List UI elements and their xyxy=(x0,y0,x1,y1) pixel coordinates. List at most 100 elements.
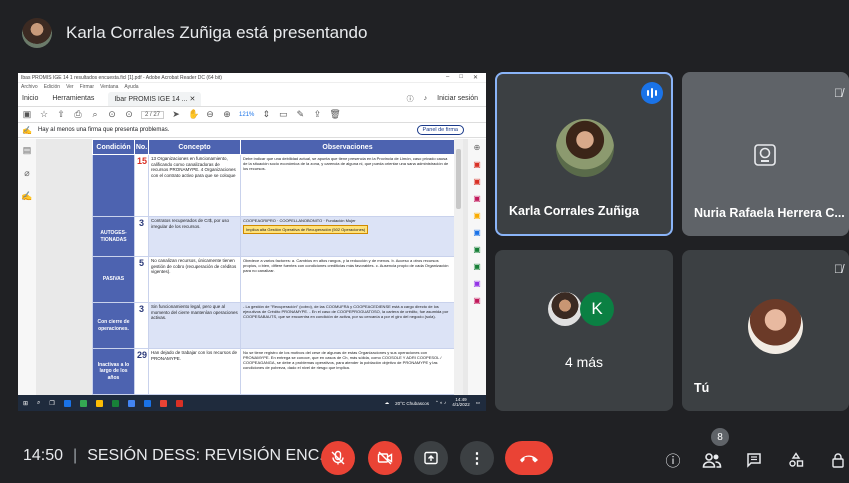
pdf-page: Condición No. Concepto Observaciones 15 … xyxy=(92,139,454,395)
meeting-name: SESIÓN DESS: REVISIÓN ENC... xyxy=(87,447,333,464)
weather-icon: ☁ xyxy=(384,400,390,405)
excel-app-icon xyxy=(111,399,119,407)
taskbar-tray: ☁ 20°C Chubascos ⌃ ◐ ♪ 14:49 4/1/2022 ▭ xyxy=(384,397,480,408)
windows-start-icon: ⊞ xyxy=(23,400,29,407)
leave-call-button[interactable] xyxy=(505,441,553,475)
participant-tile-nuria[interactable]: 🎙̸ Nuria Rafaela Herrera C... xyxy=(682,72,849,236)
mic-off-icon: 🎙̸ xyxy=(834,262,843,276)
observation-cell: COOPEAGRIPRO · COOPELLANOBONITO · Fundac… xyxy=(240,216,454,257)
concept-cell: Sin funcionamiento legal, pero que al mo… xyxy=(148,302,241,349)
upload-icon: ⇧ xyxy=(57,109,65,119)
meeting-info: 14:50 | SESIÓN DESS: REVISIÓN ENC... xyxy=(23,447,333,464)
page-up-icon: ⊙ xyxy=(108,109,116,119)
save-icon: ▣ xyxy=(22,109,32,119)
menu-item: Firmar xyxy=(79,84,95,90)
more-participants-tile[interactable]: K 4 más xyxy=(495,250,673,411)
observation-cell: No se tiene registro de los motivos del … xyxy=(240,348,454,395)
camera-toggle-button[interactable] xyxy=(368,441,402,475)
page-down-icon: ⊙ xyxy=(125,109,133,119)
share-icon: ⇪ xyxy=(313,109,322,119)
presenter-label: Karla Corrales Zuñiga está presentando xyxy=(66,23,368,42)
clock-date: 4/1/2022 xyxy=(452,402,470,407)
cursor-icon: ➤ xyxy=(172,109,180,119)
sign-panel-button: Panel de firma xyxy=(416,125,464,135)
scroll-thumb xyxy=(456,149,461,209)
table-row: PASIVAS 5 No canalizan recursos, únicame… xyxy=(92,256,454,303)
chrome2-app-icon xyxy=(159,399,167,407)
organize-icon: ▣ xyxy=(473,245,481,254)
condition-cell: Con cierre de operaciones. xyxy=(92,302,135,349)
print-icon: ⎙ xyxy=(74,109,82,119)
zoom-icon: ⊕ xyxy=(473,143,481,152)
meeting-time: 14:50 xyxy=(23,447,64,464)
minimize-icon: – xyxy=(446,74,450,80)
host-controls-button[interactable] xyxy=(827,449,849,471)
notice-text: Hay al menos una firma que presenta prob… xyxy=(37,127,170,133)
chat-icon xyxy=(747,453,761,468)
more-participants-label: 4 más xyxy=(564,354,604,370)
notifications-icon: ▭ xyxy=(475,400,480,405)
trash-icon: 🗑 xyxy=(329,109,341,119)
pdf-scrollbar xyxy=(454,139,463,395)
help-icon: ⓘ xyxy=(406,95,414,103)
concept-cell: No canalizan recursos, únicamente tienen… xyxy=(148,256,241,303)
avatar xyxy=(556,119,614,177)
menu-item: Archivo xyxy=(21,84,38,90)
page-thumbnails-icon: ▤ xyxy=(22,145,32,155)
edge-app-icon xyxy=(63,399,71,407)
fit-icon: ⇕ xyxy=(262,109,271,119)
menu-bar: Archivo Edición Ver Firmar Ventana Ayuda xyxy=(18,83,486,91)
observation-text: COOPEAGRIPRO · COOPELLANOBONITO · Fundac… xyxy=(243,218,356,223)
people-count-badge: 8 xyxy=(711,428,729,446)
combine-icon: ▣ xyxy=(473,228,481,237)
table-row: AUTOGES-TIONADAS 3 Contratos recuperados… xyxy=(92,216,454,257)
maximize-icon: □ xyxy=(459,74,463,80)
tools-rail: ⊕ ▣ ▣ ▣ ▣ ▣ ▣ ▣ ▣ ▣ xyxy=(468,139,486,395)
number-cell: 5 xyxy=(134,256,149,303)
fill-sign-icon: ▣ xyxy=(473,296,481,305)
page-indicator: 2 / 27 xyxy=(141,110,165,119)
activities-button[interactable] xyxy=(785,449,807,471)
signin-link: Iniciar sesión xyxy=(437,95,478,102)
info-icon: ⓘ xyxy=(665,452,681,470)
more-options-button[interactable]: ⋮ xyxy=(460,441,494,475)
people-button[interactable] xyxy=(701,449,723,471)
condition-cell: PASIVAS xyxy=(92,256,135,303)
attachment-icon: ⌀ xyxy=(24,168,30,178)
condition-cell: AUTOGES-TIONADAS xyxy=(92,216,135,257)
self-tile[interactable]: 🎙̸ Tú xyxy=(682,250,849,411)
concept-cell: Contratos recuperados de Cr$, por uso ir… xyxy=(148,216,241,257)
more-vert-icon: ⋮ xyxy=(469,450,485,467)
observation-cell: Obedece a varios factores: a. Cambios en… xyxy=(240,256,454,303)
pen-icon: ✎ xyxy=(296,109,305,119)
menu-item: Edición xyxy=(43,84,61,90)
close-icon: ✕ xyxy=(472,75,478,81)
document-table: Condición No. Concepto Observaciones 15 … xyxy=(92,139,454,395)
pdf-toolbar: ▣ ☆ ⇧ ⎙ ⌕ ⊙ ⊙ 2 / 27 ➤ ✋ ⊖ ⊕ 121% ⇕ ▭ ✎ … xyxy=(18,107,486,123)
tab-document: Ibar PROMIS IGE 14 ... ✕ xyxy=(108,91,202,106)
present-button[interactable] xyxy=(414,441,448,475)
word-app-icon xyxy=(127,399,135,407)
condition-cell: Inactivas a lo largo de los años xyxy=(92,348,135,395)
highlight-note: Implica alta Gestión Operativa de Recupe… xyxy=(243,225,369,234)
participant-tile-karla[interactable]: Karla Corrales Zuñiga xyxy=(495,72,673,236)
signature-notice: ✍ Hay al menos una firma que presenta pr… xyxy=(18,123,486,138)
folder-app-icon xyxy=(95,399,103,407)
comment-icon: ▭ xyxy=(279,109,288,119)
left-rail: ▤ ⌀ ✍ xyxy=(18,139,36,395)
search-icon: ⌕ xyxy=(37,399,41,406)
comment-icon: ▣ xyxy=(473,211,481,220)
camera-off-icon xyxy=(377,451,393,465)
mic-toggle-button[interactable] xyxy=(321,441,355,475)
bell-icon: ♪ xyxy=(423,95,428,102)
menu-item: Ventana xyxy=(100,84,119,90)
participant-name: Karla Corrales Zuñiga xyxy=(509,204,639,218)
chat-button[interactable] xyxy=(743,449,765,471)
weather-text: 20°C Chubascos xyxy=(395,400,429,406)
column-header: No. xyxy=(134,139,149,155)
meeting-details-button[interactable]: ⓘ xyxy=(662,449,684,471)
participant-name: Nuria Rafaela Herrera C... xyxy=(694,206,845,220)
signin-area: ⓘ ♪ Iniciar sesión xyxy=(407,94,478,104)
protect-icon: ▣ xyxy=(473,279,481,288)
table-header-row: Condición No. Concepto Observaciones xyxy=(92,139,454,155)
